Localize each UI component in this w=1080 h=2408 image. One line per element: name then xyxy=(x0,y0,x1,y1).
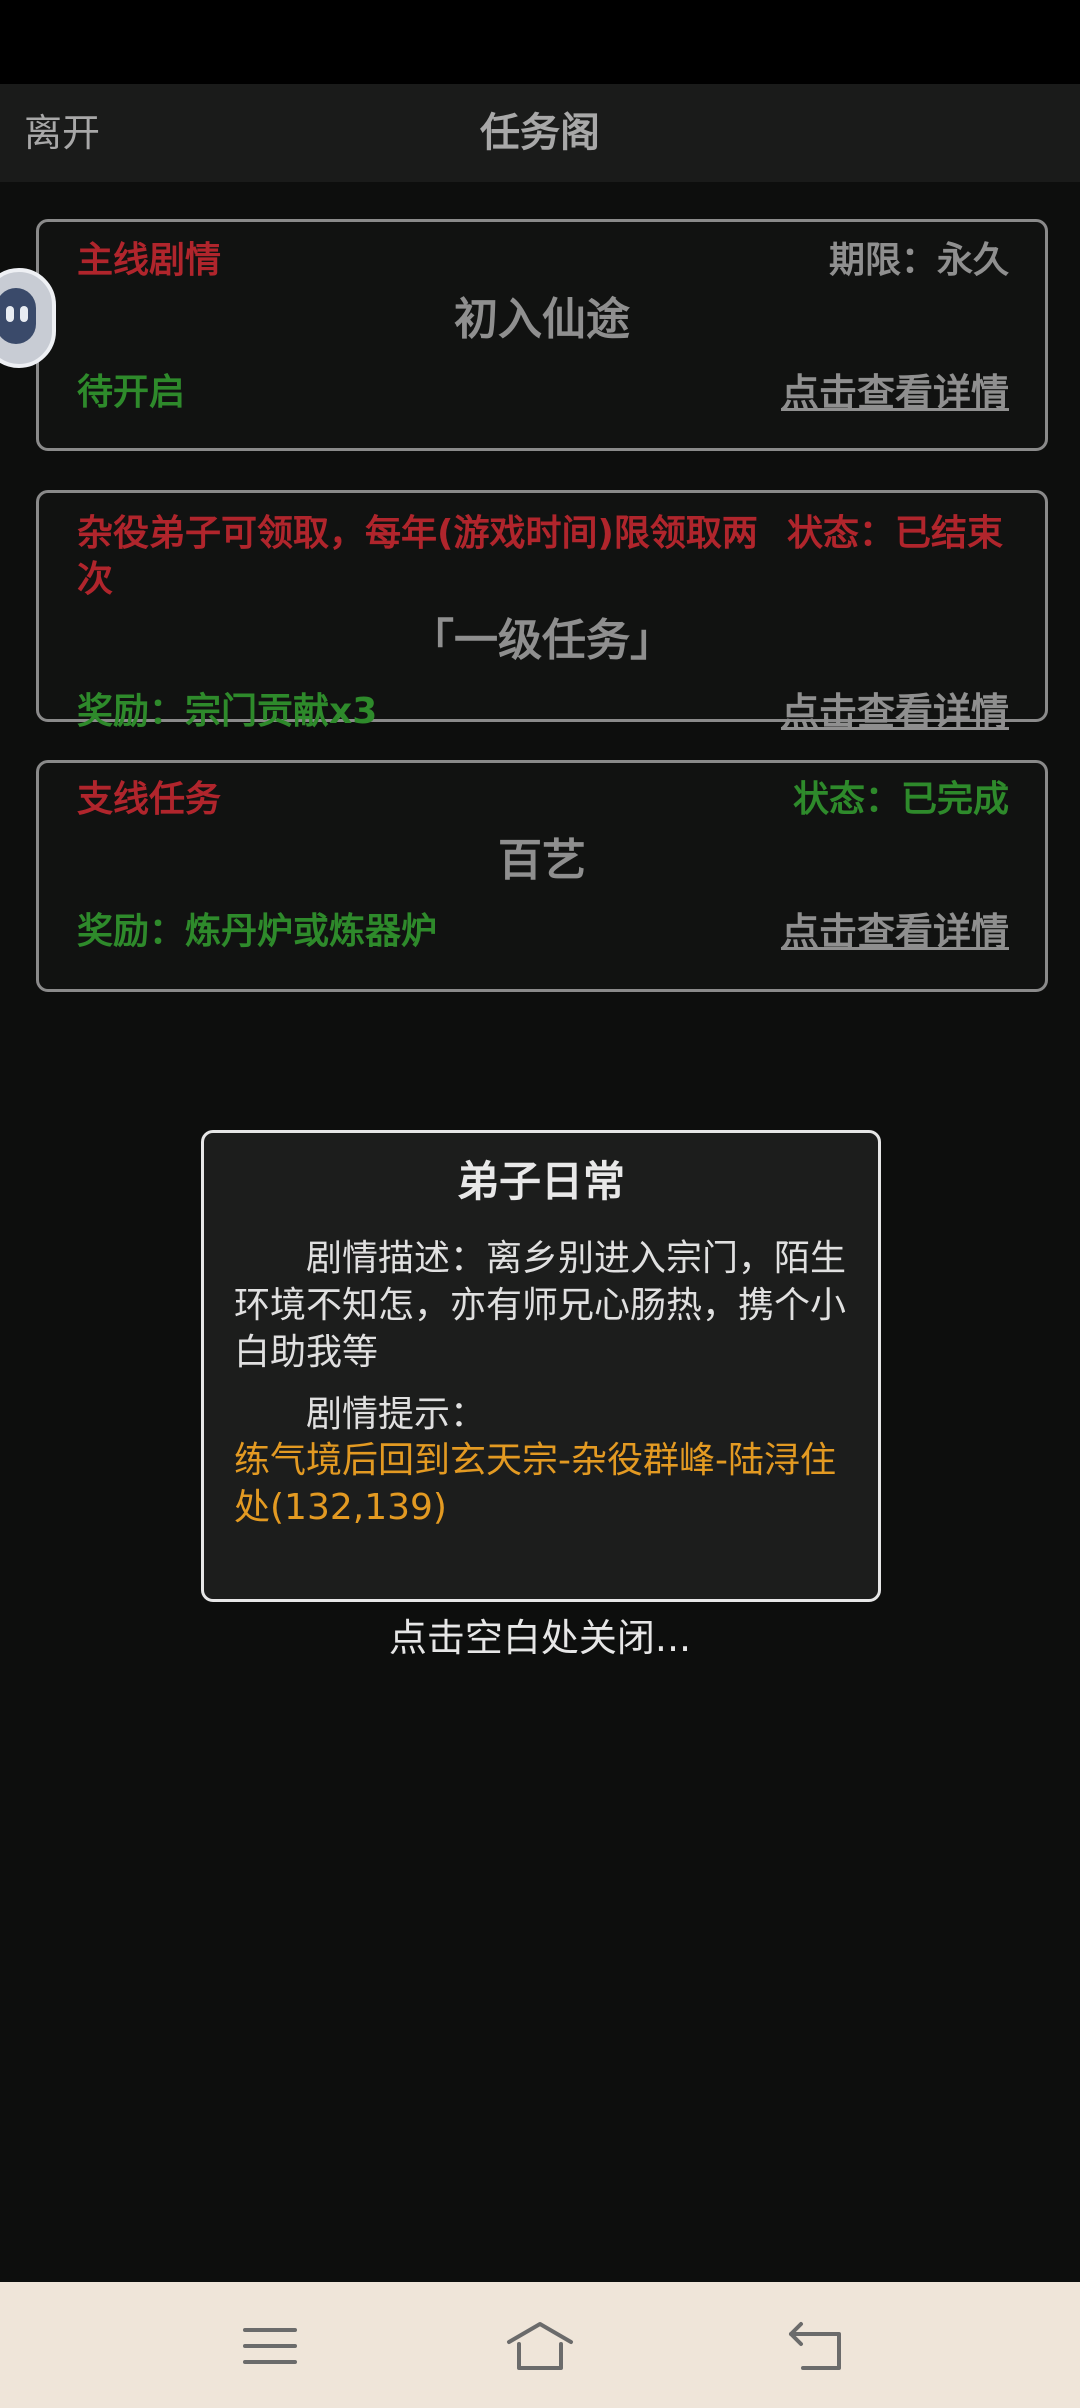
task-name: 「一级任务」 xyxy=(410,615,674,666)
task-name: 百艺 xyxy=(498,835,586,886)
task-reward: 奖励：宗门贡献x3 xyxy=(77,691,378,732)
task-category: 主线剧情 xyxy=(77,240,222,281)
story-detail-modal: 弟子日常 剧情描述：离乡别进入宗门，陌生环境不知怎，亦有师兄心肠热，携个小白助我… xyxy=(201,1130,881,1602)
system-nav-bar xyxy=(0,2282,1080,2408)
story-hint: 练气境后回到玄天宗-杂役群峰-陆浔住处(132,139) xyxy=(234,1440,836,1528)
task-state: 状态：已结束 xyxy=(787,513,1004,554)
story-description: 剧情描述：离乡别进入宗门，陌生环境不知怎，亦有师兄心肠热，携个小白助我等 xyxy=(234,1238,847,1373)
task-category: 支线任务 xyxy=(77,779,222,820)
story-hint-label: 剧情提示： xyxy=(306,1394,487,1435)
assistant-float-icon[interactable] xyxy=(0,268,56,368)
back-icon[interactable] xyxy=(785,2318,855,2374)
task-deadline: 期限：永久 xyxy=(828,240,1009,281)
status-bar xyxy=(0,0,1080,84)
top-bar: 离开 任务阁 xyxy=(0,84,1080,182)
view-details-link[interactable]: 点击查看详情 xyxy=(781,368,1009,418)
home-icon[interactable] xyxy=(505,2318,575,2374)
task-list: 主线剧情 期限：永久 初入仙途 待开启 点击查看详情 杂役弟子可领取，每年(游戏… xyxy=(0,182,1080,2282)
task-card-side-quest[interactable]: 支线任务 状态：已完成 百艺 奖励：炼丹炉或炼器炉 点击查看详情 xyxy=(36,760,1048,992)
view-details-link[interactable]: 点击查看详情 xyxy=(781,687,1009,737)
close-hint[interactable]: 点击空白处关闭... xyxy=(0,1612,1080,1664)
view-details-link[interactable]: 点击查看详情 xyxy=(781,907,1009,957)
task-state: 状态：已完成 xyxy=(792,779,1009,820)
task-status: 待开启 xyxy=(77,372,186,413)
task-card-level-one[interactable]: 杂役弟子可领取，每年(游戏时间)限领取两次 状态：已结束 「一级任务」 奖励：宗… xyxy=(36,490,1048,734)
modal-title: 弟子日常 xyxy=(456,1157,625,1206)
task-reward: 奖励：炼丹炉或炼器炉 xyxy=(77,911,438,952)
menu-icon[interactable] xyxy=(235,2318,305,2374)
task-card-main-story[interactable]: 主线剧情 期限：永久 初入仙途 待开启 点击查看详情 xyxy=(36,219,1048,451)
task-name: 初入仙途 xyxy=(454,294,630,345)
page-title: 任务阁 xyxy=(480,110,600,156)
task-requirement: 杂役弟子可领取，每年(游戏时间)限领取两次 xyxy=(77,513,758,600)
